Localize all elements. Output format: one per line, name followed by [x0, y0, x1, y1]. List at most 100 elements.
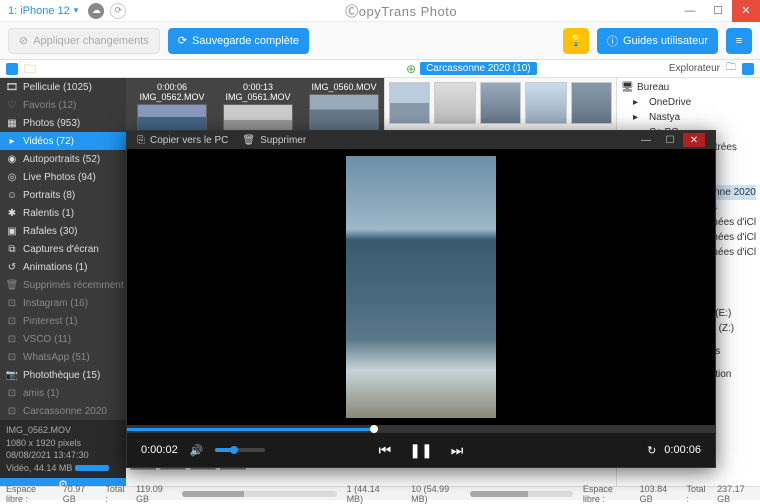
sidebar-item[interactable]: ⊡VSCO (11)	[0, 330, 126, 348]
status-bar: Espace libre : 70.97 GB Total : 119.09 G…	[0, 486, 760, 500]
tree-item[interactable]: ▸OneDrive	[621, 95, 756, 110]
device-name: 1: iPhone 12	[8, 5, 70, 17]
tree-item[interactable]: ▸Nastya	[621, 110, 756, 125]
tree-item[interactable]: 🖥Bureau	[621, 80, 756, 95]
album-badge[interactable]: Carcassonne 2020 (10)	[420, 62, 537, 75]
menu-button[interactable]: ≡	[726, 28, 752, 54]
category-icon: ⊡	[6, 316, 18, 327]
rewind-button[interactable]: ⏮	[379, 442, 392, 459]
sidebar-item[interactable]: ▣Rafales (30)	[0, 222, 126, 240]
sidebar-item[interactable]: 📷Photothèque (15)	[0, 366, 126, 384]
sidebar-item[interactable]: ↺Animations (1)	[0, 258, 126, 276]
sidebar-item[interactable]: ♡Favoris (12)	[0, 96, 126, 114]
video-frame	[346, 156, 496, 418]
sidebar-item[interactable]: ⊡Pinterest (1)	[0, 312, 126, 330]
player-toolbar: ⎘ Copier vers le PC 🗑 Supprimer — ☐ ✕	[127, 131, 715, 149]
folder-icon: 🖥	[621, 82, 633, 93]
category-icon: ⊡	[6, 352, 18, 363]
copy-icon: ⎘	[137, 135, 145, 146]
video-thumbnail[interactable]: IMG_0560.MOV	[306, 82, 382, 136]
copy-to-pc-button[interactable]: ⎘ Copier vers le PC	[137, 135, 228, 146]
panel-toggle-icon[interactable]	[742, 63, 754, 75]
sidebar-item[interactable]: ☺Portraits (8)	[0, 186, 126, 204]
category-icon: ▦	[6, 118, 18, 129]
category-icon: 📷	[6, 370, 18, 381]
sidebar-item[interactable]: ⧉Captures d'écran	[0, 240, 126, 258]
video-thumbnail[interactable]: 0:00:06IMG_0562.MOV	[134, 82, 210, 136]
seek-bar[interactable]	[127, 425, 715, 433]
thumbnail[interactable]	[571, 82, 612, 124]
category-icon: ☺	[6, 190, 18, 201]
explorer-label: Explorateur	[669, 63, 720, 74]
trash-icon: 🗑	[242, 135, 255, 146]
forward-button[interactable]: ⏭	[451, 442, 464, 459]
sidebar-item[interactable]: ⊡WhatsApp (51)	[0, 348, 126, 366]
elapsed-time: 0:00:02	[141, 444, 178, 456]
category-icon: ⊡	[6, 334, 18, 345]
refresh-icon: ⟳	[178, 34, 187, 47]
sidebar-item[interactable]: ◉Autoportraits (52)	[0, 150, 126, 168]
volume-icon[interactable]: 🔊	[190, 444, 204, 457]
refresh-icon[interactable]: ⟳	[110, 3, 126, 19]
delete-button[interactable]: 🗑 Supprimer	[242, 135, 306, 146]
player-minimize-button[interactable]: —	[635, 133, 657, 147]
user-guides-button[interactable]: ⓘ Guides utilisateur	[597, 28, 718, 54]
sidebar-item[interactable]: ⊡Carcassonne 2020	[0, 402, 126, 420]
tips-button[interactable]: 💡	[563, 28, 589, 54]
maximize-button[interactable]: ☐	[704, 0, 732, 22]
volume-slider[interactable]	[215, 448, 265, 452]
sub-toolbar: 🗀 ⊕ Carcassonne 2020 (10) Explorateur 🗀	[0, 60, 760, 78]
grid-view-icon[interactable]	[6, 63, 18, 75]
video-viewport[interactable]	[127, 149, 715, 425]
category-icon: ⊡	[6, 388, 18, 399]
category-icon: ▸	[6, 136, 18, 147]
player-controls: 0:00:02 🔊 ⏮ ❚❚ ⏭ ↻ 0:00:06	[127, 433, 715, 467]
category-icon: ↺	[6, 262, 18, 273]
minimize-button[interactable]: —	[676, 0, 704, 22]
device-space-bar	[182, 491, 336, 497]
video-thumbnail[interactable]: 0:00:13IMG_0561.MOV	[220, 82, 296, 136]
pause-button[interactable]: ❚❚	[409, 442, 432, 459]
app-title: ⒸopyTrans Photo	[126, 1, 676, 20]
cloud-icon[interactable]: ☁	[88, 3, 104, 19]
player-close-button[interactable]: ✕	[683, 133, 705, 147]
add-icon[interactable]: ⊕	[406, 63, 416, 75]
main-toolbar: ⊘ Appliquer changements ⟳ Sauvegarde com…	[0, 22, 760, 60]
lightbulb-icon: 💡	[569, 34, 583, 47]
sidebar: 🎞Pellicule (1025)♡Favoris (12)▦Photos (9…	[0, 78, 126, 486]
apply-changes-button[interactable]: ⊘ Appliquer changements	[8, 28, 160, 54]
player-maximize-button[interactable]: ☐	[659, 133, 681, 147]
category-icon: ⊡	[6, 298, 18, 309]
sidebar-item[interactable]: 🗑Supprimés récemment	[0, 276, 126, 294]
file-info-panel: IMG_0562.MOV 1080 x 1920 pixels 08/08/20…	[0, 420, 126, 478]
sidebar-item[interactable]: ⊡amis (1)	[0, 384, 126, 402]
category-icon: ◎	[6, 172, 18, 183]
sidebar-item[interactable]: ⊡Instagram (16)	[0, 294, 126, 312]
close-button[interactable]: ✕	[732, 0, 760, 22]
thumbnail[interactable]	[434, 82, 475, 124]
folder-icon: ▸	[633, 97, 645, 108]
folder-icon[interactable]: 🗀	[24, 63, 36, 75]
sidebar-item[interactable]: ◎Live Photos (94)	[0, 168, 126, 186]
chevron-down-icon: ▾	[74, 5, 79, 16]
category-icon: 🗑	[6, 280, 18, 291]
thumbnail[interactable]	[525, 82, 566, 124]
category-icon: ✱	[6, 208, 18, 219]
category-icon: ♡	[6, 100, 18, 111]
titlebar: 1: iPhone 12 ▾ ☁ ⟳ ⒸopyTrans Photo — ☐ ✕	[0, 0, 760, 22]
category-icon: 🎞	[6, 82, 18, 93]
category-icon: ◉	[6, 154, 18, 165]
thumbnail[interactable]	[389, 82, 430, 124]
sidebar-item[interactable]: ▦Photos (953)	[0, 114, 126, 132]
category-icon: ⧉	[6, 244, 18, 255]
sidebar-item[interactable]: 🎞Pellicule (1025)	[0, 78, 126, 96]
thumbnail[interactable]	[480, 82, 521, 124]
full-backup-button[interactable]: ⟳ Sauvegarde complète	[168, 28, 309, 54]
folder-icon: ▸	[633, 112, 645, 123]
folder-open-icon[interactable]: 🗀	[726, 60, 736, 77]
sidebar-item[interactable]: ▸Vidéos (72)	[0, 132, 126, 150]
info-icon: ⓘ	[607, 33, 618, 49]
sidebar-item[interactable]: ✱Ralentis (1)	[0, 204, 126, 222]
replay-icon[interactable]: ↻	[647, 444, 656, 457]
device-selector[interactable]: 1: iPhone 12 ▾	[8, 5, 78, 17]
